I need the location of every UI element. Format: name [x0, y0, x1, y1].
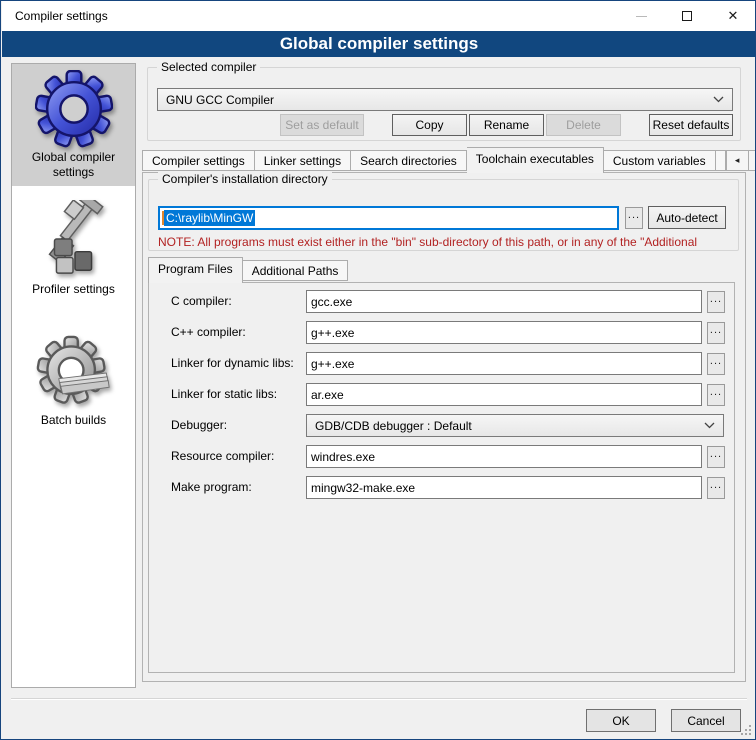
delete-button[interactable]: Delete [546, 114, 621, 136]
ok-button[interactable]: OK [586, 709, 656, 732]
compiler-settings-dialog: Compiler settings ✕ Global compiler sett… [0, 0, 756, 740]
linker-static-label: Linker for static libs: [171, 383, 277, 406]
rename-button[interactable]: Rename [469, 114, 544, 136]
compiler-select[interactable]: GNU GCC Compiler [157, 88, 733, 111]
footer-divider [11, 698, 747, 700]
program-files-panel: C compiler: ... C++ compiler: ... Linker… [148, 282, 735, 673]
page-title: Global compiler settings [2, 31, 756, 57]
linker-static-input[interactable] [306, 383, 702, 406]
minimize-button[interactable] [618, 1, 664, 31]
chevron-down-icon [704, 422, 715, 429]
c-compiler-browse-button[interactable]: ... [707, 291, 725, 313]
debugger-select-value: GDB/CDB debugger : Default [315, 419, 472, 433]
resource-compiler-browse-button[interactable]: ... [707, 446, 725, 468]
make-program-label: Make program: [171, 476, 252, 499]
installation-directory-legend: Compiler's installation directory [158, 172, 332, 187]
resource-compiler-input[interactable] [306, 445, 702, 468]
resize-grip[interactable] [741, 725, 751, 735]
sidebar-item-label: Global compiler settings [16, 150, 131, 180]
linker-static-browse-button[interactable]: ... [707, 384, 725, 406]
tab-program-files[interactable]: Program Files [148, 257, 243, 283]
tab-search-directories[interactable]: Search directories [351, 150, 467, 171]
c-compiler-input[interactable] [306, 290, 702, 313]
sidebar-item-label: Profiler settings [16, 282, 131, 297]
debugger-select[interactable]: GDB/CDB debugger : Default [306, 414, 724, 437]
browse-directory-button[interactable]: ... [625, 207, 643, 229]
program-files-tab-bar: Program Files Additional Paths [148, 257, 735, 283]
bin-subdirectory-note: NOTE: All programs must exist either in … [158, 235, 737, 249]
linker-dynamic-input[interactable] [306, 352, 702, 375]
cpp-compiler-browse-button[interactable]: ... [707, 322, 725, 344]
main-tab-bar: Compiler settings Linker settings Search… [142, 147, 748, 173]
tab-compiler-settings[interactable]: Compiler settings [142, 150, 255, 171]
installation-directory-value: C:\raylib\MinGW [164, 210, 255, 226]
scroll-left-icon: ◂ [735, 155, 740, 166]
debugger-label: Debugger: [171, 414, 227, 437]
resource-compiler-label: Resource compiler: [171, 445, 274, 468]
window-title: Compiler settings [15, 1, 108, 31]
settings-category-sidebar: Global compiler settings Profiler settin… [11, 63, 136, 688]
cpp-compiler-input[interactable] [306, 321, 702, 344]
copy-button[interactable]: Copy [392, 114, 467, 136]
compiler-select-value: GNU GCC Compiler [166, 93, 274, 107]
tab-scroll-arrows: ◂ ▸ [726, 150, 756, 171]
close-icon: ✕ [728, 8, 739, 24]
maximize-icon [682, 11, 692, 21]
title-bar: Compiler settings ✕ [2, 1, 756, 31]
close-button[interactable]: ✕ [710, 1, 756, 31]
chevron-down-icon [713, 96, 724, 103]
cancel-button[interactable]: Cancel [671, 709, 741, 732]
selected-compiler-legend: Selected compiler [157, 60, 260, 75]
c-compiler-label: C compiler: [171, 290, 232, 313]
tab-custom-variables[interactable]: Custom variables [604, 150, 716, 171]
sidebar-item-profiler-settings[interactable]: Profiler settings [12, 194, 135, 303]
selected-compiler-group: Selected compiler GNU GCC Compiler Set a… [147, 67, 741, 141]
linker-dynamic-label: Linker for dynamic libs: [171, 352, 294, 375]
tab-scroll-right-button[interactable]: ▸ [749, 150, 756, 171]
sidebar-item-global-compiler-settings[interactable]: Global compiler settings [12, 64, 135, 186]
auto-detect-button[interactable]: Auto-detect [648, 206, 726, 229]
installation-directory-group: Compiler's installation directory C:\ray… [148, 179, 739, 251]
linker-dynamic-browse-button[interactable]: ... [707, 353, 725, 375]
sidebar-item-batch-builds[interactable]: Batch builds [12, 329, 135, 434]
tab-build-options[interactable]: Build options [716, 150, 726, 171]
minimize-icon [636, 16, 647, 17]
tab-linker-settings[interactable]: Linker settings [255, 150, 351, 171]
tab-toolchain-executables[interactable]: Toolchain executables [467, 147, 604, 173]
make-program-input[interactable] [306, 476, 702, 499]
set-as-default-button[interactable]: Set as default [280, 114, 364, 136]
cpp-compiler-label: C++ compiler: [171, 321, 246, 344]
installation-directory-input[interactable]: C:\raylib\MinGW [158, 206, 619, 230]
make-program-browse-button[interactable]: ... [707, 477, 725, 499]
maximize-button[interactable] [664, 1, 710, 31]
tab-scroll-left-button[interactable]: ◂ [726, 150, 749, 171]
blue-gear-icon [35, 70, 113, 148]
reset-defaults-button[interactable]: Reset defaults [649, 114, 733, 136]
tab-additional-paths[interactable]: Additional Paths [243, 260, 349, 281]
gray-gear-stack-icon [36, 335, 112, 411]
sidebar-item-label: Batch builds [16, 413, 131, 428]
caliper-icon [35, 200, 113, 280]
